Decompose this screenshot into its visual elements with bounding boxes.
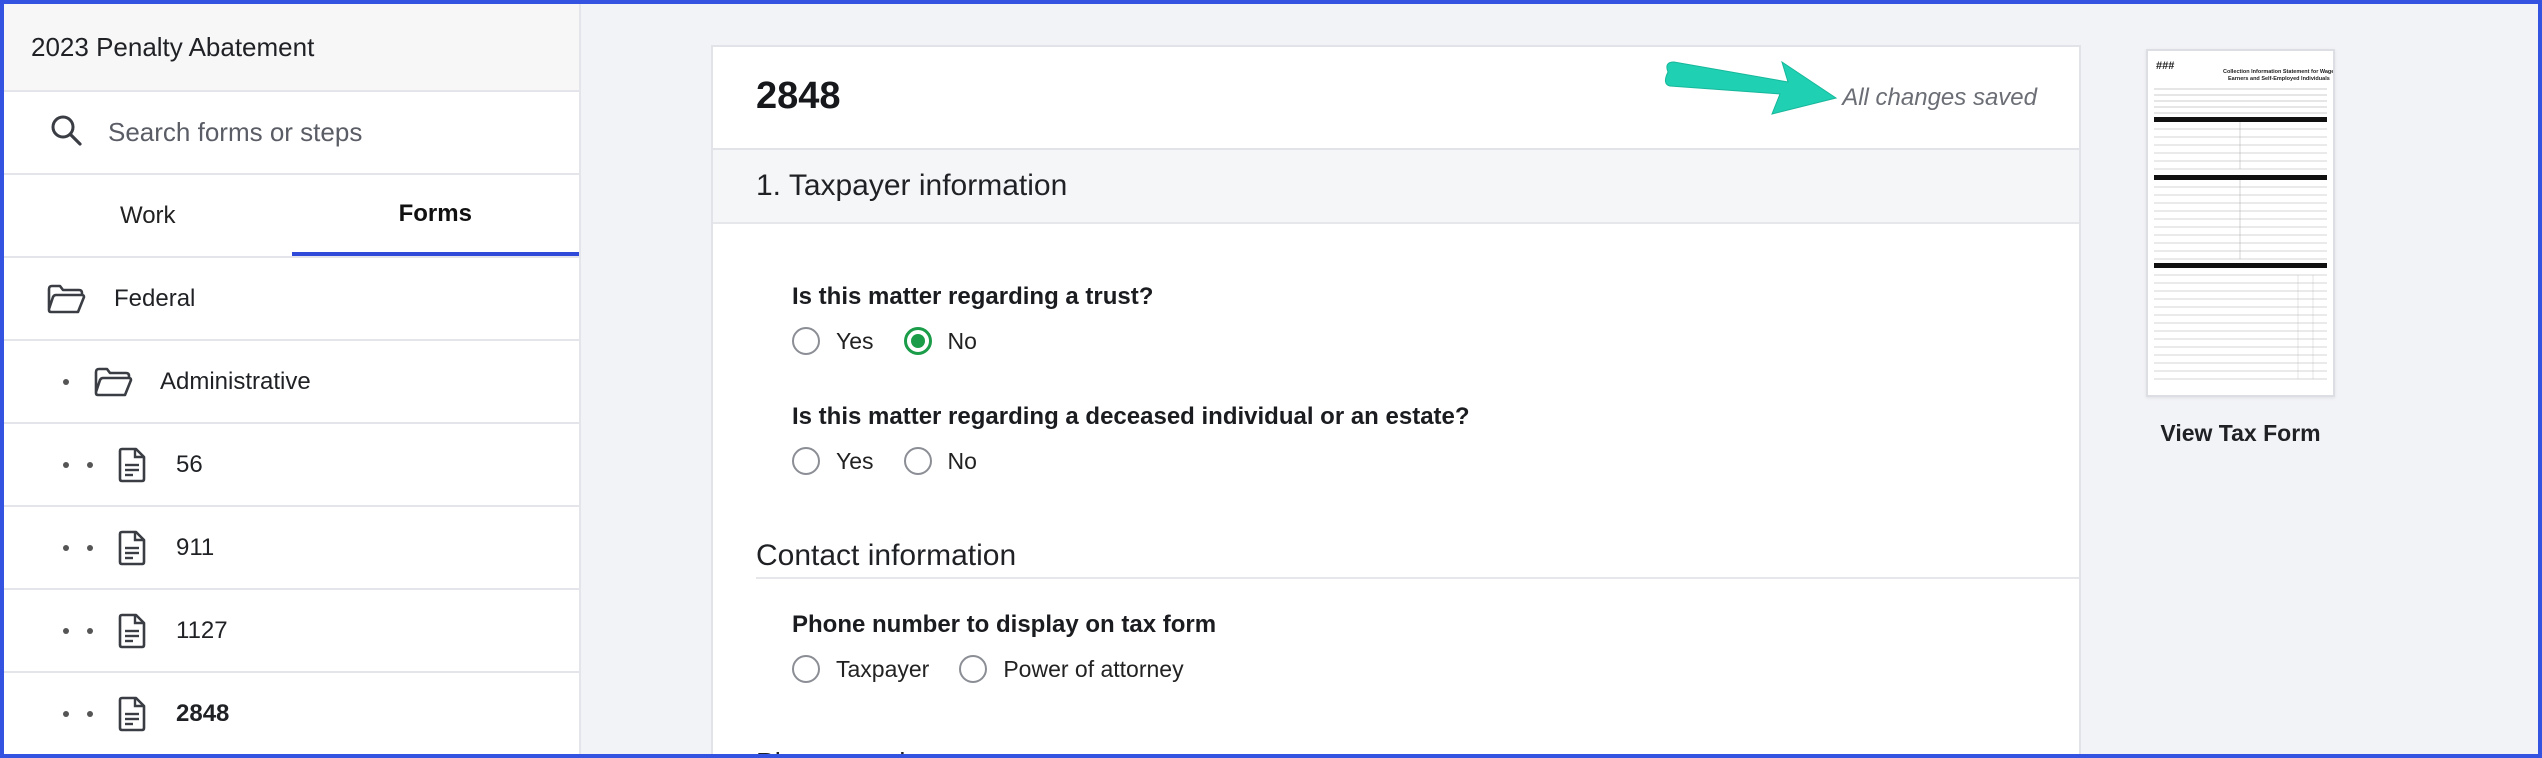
tab-forms-label: Forms [398,199,472,227]
tree-indent-dot [87,461,93,468]
project-title-text: 2023 Penalty Abatement [31,31,315,62]
tax-form-thumbnail-icon: ### Collection Information Statement for… [2148,51,2333,395]
sidebar-item-federal[interactable]: Federal [4,258,579,341]
tree-indent-dot [63,544,69,551]
sidebar-item-label: 1127 [176,616,228,644]
save-status: All changes saved [1842,84,2037,111]
contact-information-heading: Contact information [756,539,1017,572]
estate-question: Is this matter regarding a deceased indi… [792,403,1470,430]
sidebar-item-56[interactable]: 56 [4,424,579,507]
tree-indent-dot [87,627,93,634]
tree-indent-dot [63,378,69,385]
search-input[interactable] [108,117,548,148]
next-section-heading: Phone number [756,747,940,758]
tree-indent-dot [63,627,69,634]
estate-no-radio[interactable] [903,447,932,475]
folder-open-icon [46,283,86,315]
document-icon [117,613,147,649]
estate-yes-radio[interactable] [792,447,820,475]
project-title: 2023 Penalty Abatement [4,4,579,92]
sidebar-item-label: Federal [114,284,196,312]
annotation-arrow [1664,60,1838,115]
trust-question: Is this matter regarding a trust? [792,283,1154,310]
estate-no-label[interactable]: No [948,448,977,475]
phone-taxpayer-label[interactable]: Taxpayer [836,656,929,683]
tree-indent-dot [63,710,69,717]
divider [756,577,2079,579]
search-bar[interactable] [4,92,579,175]
form-title: 2848 [756,75,841,117]
sidebar-item-2848[interactable]: 2848 [4,673,579,754]
tree-indent-dot [63,461,69,468]
section-title: 1. Taxpayer information [756,169,1068,202]
document-icon [117,447,147,483]
tax-form-preview[interactable]: ### Collection Information Statement for… [2146,49,2335,397]
phone-question: Phone number to display on tax form [792,611,1217,638]
section-taxpayer-information: 1. Taxpayer information [713,150,2079,224]
sidebar-item-label: 56 [176,450,203,478]
tab-forms[interactable]: Forms [291,175,579,256]
tab-work[interactable]: Work [4,175,292,256]
form-card: 2848 All changes saved 1. Taxpayer infor… [711,45,2081,758]
sidebar-item-911[interactable]: 911 [4,507,579,590]
estate-options: Yes No [792,447,1007,475]
trust-no-radio[interactable] [903,327,932,355]
phone-taxpayer-radio[interactable] [792,655,820,683]
trust-options: Yes No [792,327,1007,355]
phone-poa-label[interactable]: Power of attorney [1003,656,1183,683]
view-tax-form-link[interactable]: View Tax Form [2146,420,2335,447]
svg-text:Collection Information Stateme: Collection Information Statement for Wag… [2223,69,2333,82]
search-icon [49,113,83,152]
sidebar-item-label: 911 [176,533,215,561]
sidebar-item-label: 2848 [176,699,230,727]
estate-yes-label[interactable]: Yes [836,448,874,475]
folder-open-icon [93,366,133,398]
trust-yes-radio[interactable] [792,327,820,355]
svg-text:###: ### [2156,60,2174,72]
sidebar-tabs: Work Forms [4,175,579,258]
sidebar: 2023 Penalty Abatement Work Forms Federa… [4,4,581,754]
form-header: 2848 All changes saved [713,47,2079,150]
tab-work-label: Work [119,201,176,229]
document-icon [117,530,147,566]
tree-indent-dot [87,544,93,551]
sidebar-item-label: Administrative [160,367,311,395]
sidebar-item-administrative[interactable]: Administrative [4,341,579,424]
phone-poa-radio[interactable] [959,655,988,683]
document-icon [117,696,147,732]
trust-yes-label[interactable]: Yes [836,328,874,355]
trust-no-label[interactable]: No [948,328,977,355]
phone-options: Taxpayer Power of attorney [792,655,1214,683]
sidebar-item-1127[interactable]: 1127 [4,590,579,673]
tree-indent-dot [87,710,93,717]
